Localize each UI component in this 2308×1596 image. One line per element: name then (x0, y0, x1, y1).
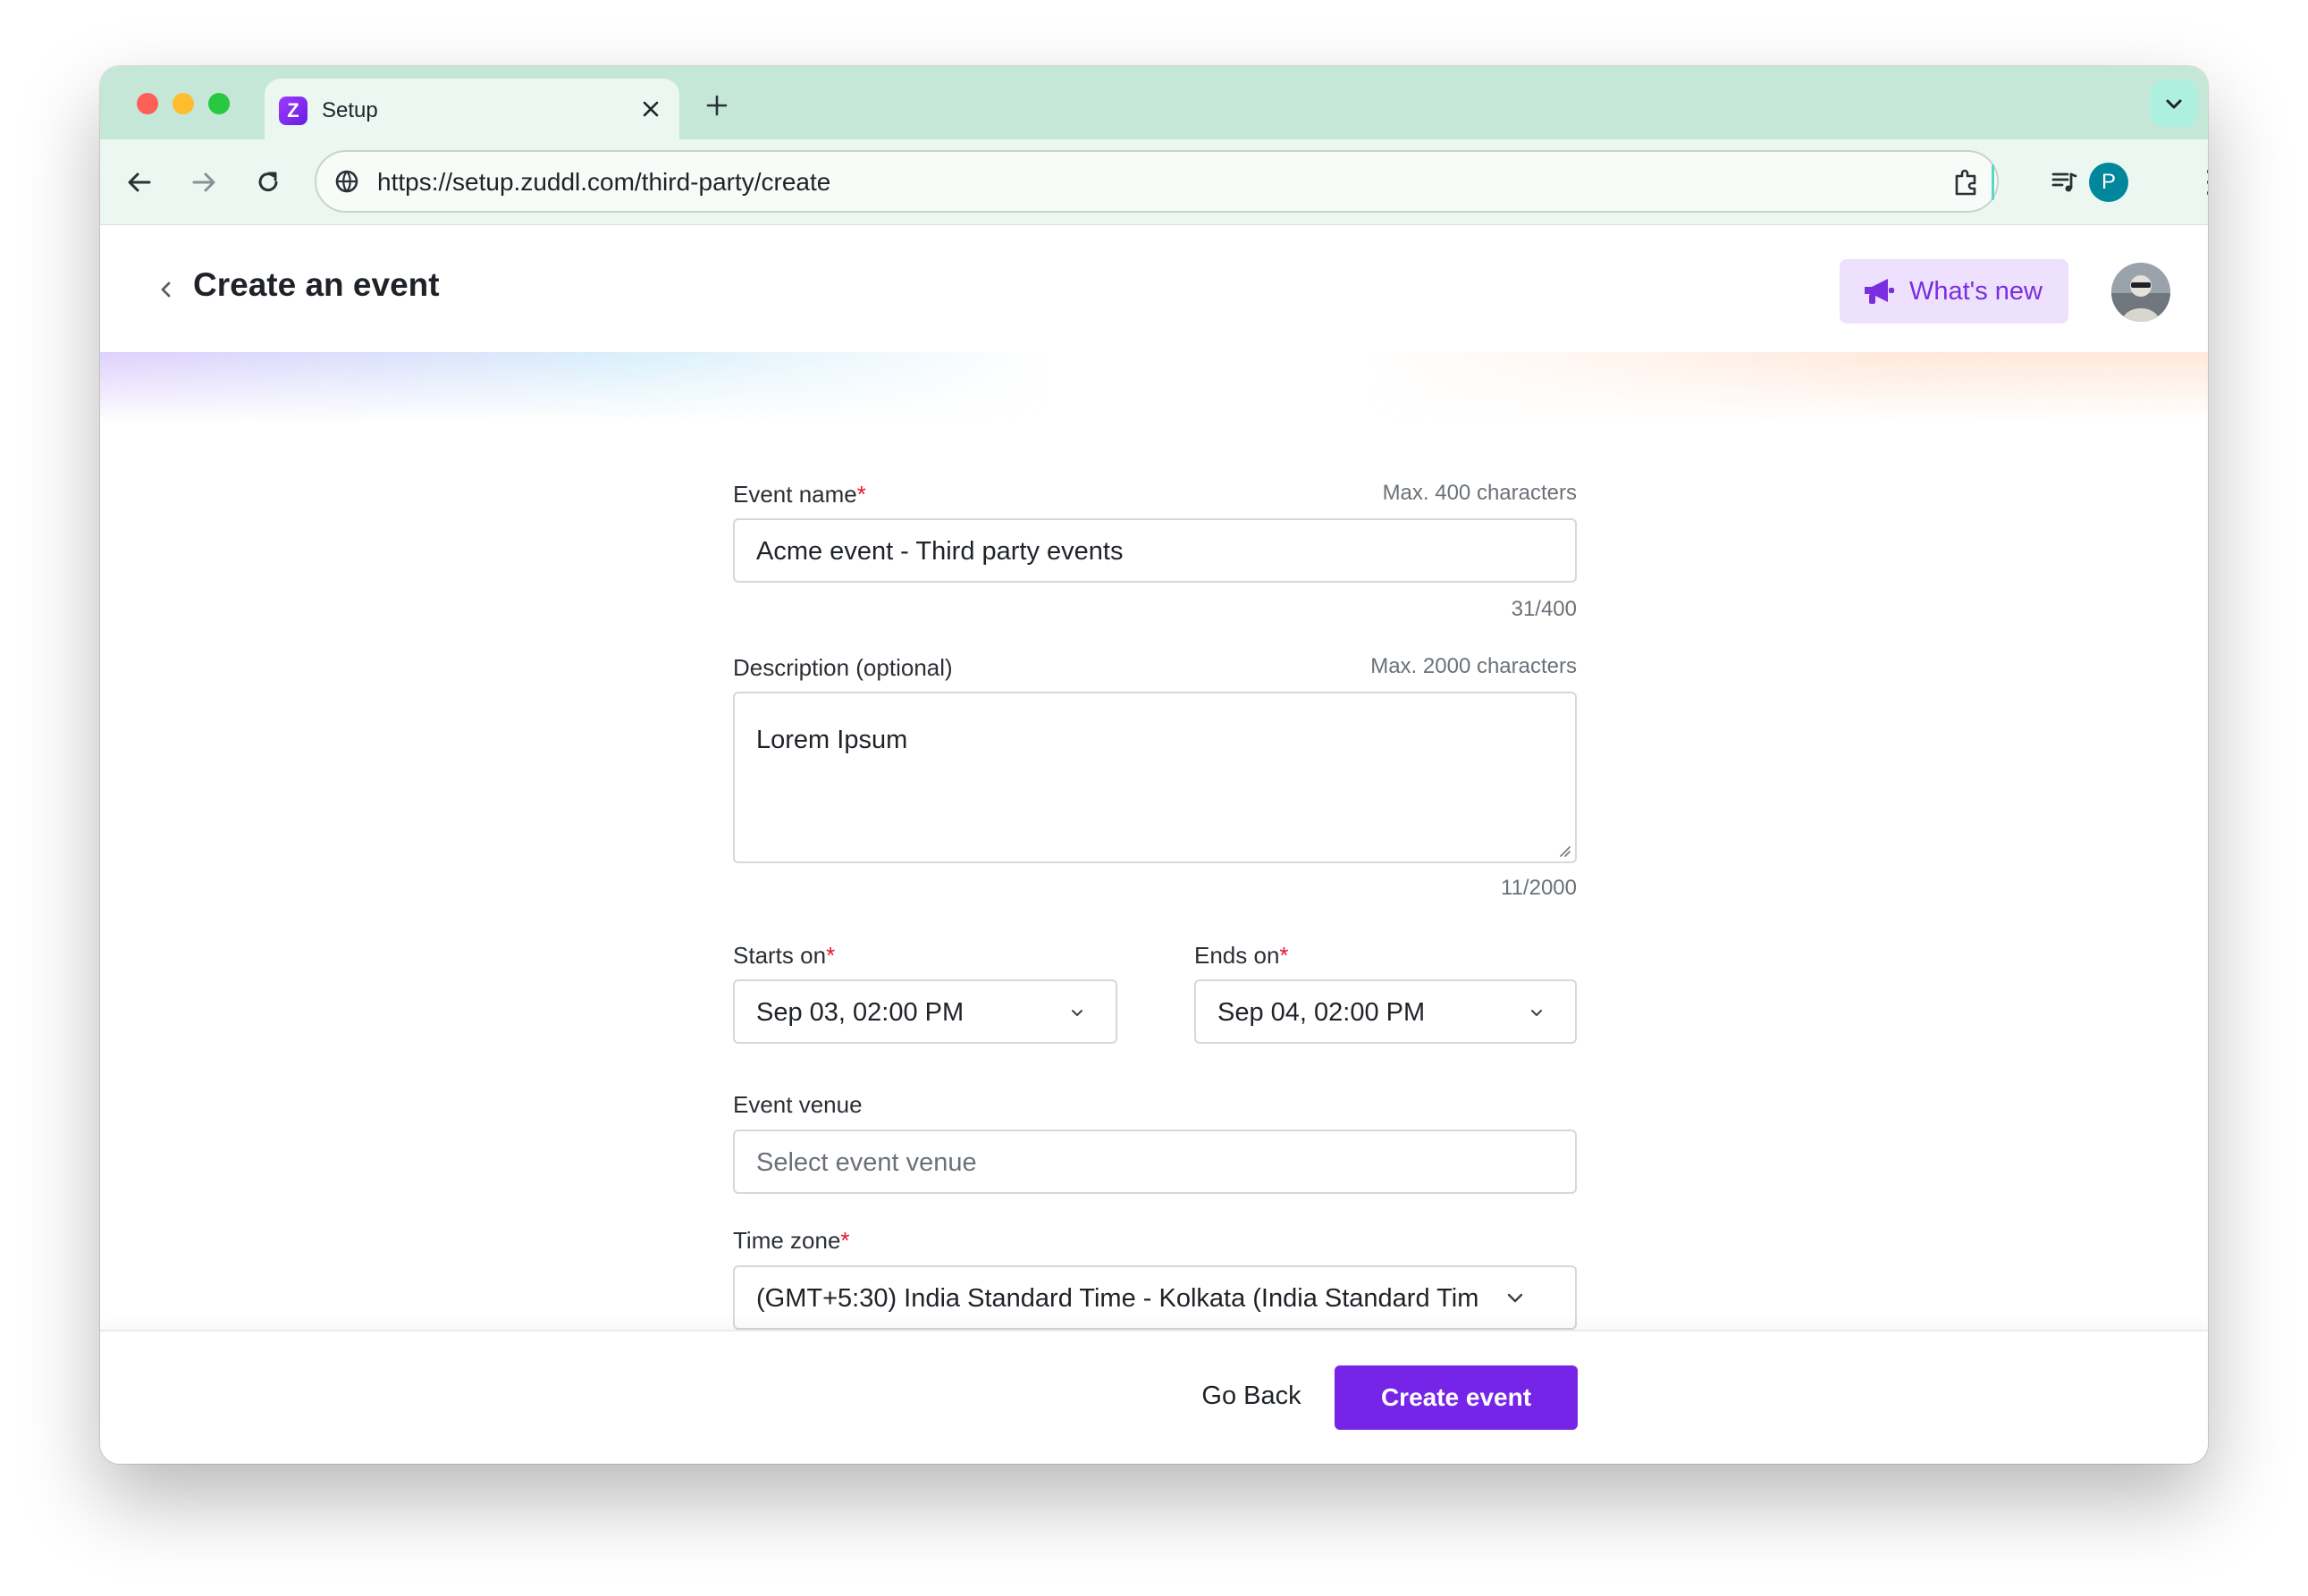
tab-search-button[interactable] (2151, 80, 2197, 127)
form-footer: Go Back Create event (100, 1330, 2208, 1464)
description-max-hint: Max. 2000 characters (1370, 654, 1577, 678)
plus-icon (706, 95, 728, 116)
close-window-button[interactable] (137, 93, 158, 114)
required-asterisk: * (826, 942, 836, 969)
forward-button[interactable] (182, 161, 225, 204)
reload-icon (258, 172, 278, 192)
profile-avatar-button[interactable]: P (2089, 163, 2128, 202)
event-name-input[interactable]: Acme event - Third party events (733, 518, 1577, 583)
description-label: Description (optional) (733, 654, 953, 681)
zuddl-favicon-icon: Z (279, 97, 307, 125)
starts-on-value: Sep 03, 02:00 PM (756, 998, 964, 1027)
event-venue-select[interactable]: Select event venue (733, 1130, 1577, 1194)
starts-on-chevron (1064, 999, 1091, 1026)
arrow-right-icon (192, 172, 215, 192)
kebab-menu-icon (2207, 169, 2208, 196)
page-title: Create an event (193, 266, 440, 303)
create-event-button[interactable]: Create event (1335, 1365, 1578, 1430)
time-zone-label: Time zone* (733, 1227, 850, 1254)
time-zone-value: (GMT+5:30) India Standard Time - Kolkata… (756, 1284, 1479, 1313)
browser-toolbar: https://setup.zuddl.com/third-party/crea… (100, 139, 2208, 225)
description-counter: 11/2000 (1501, 876, 1577, 900)
time-zone-select[interactable]: (GMT+5:30) India Standard Time - Kolkata… (733, 1265, 1577, 1330)
starts-on-picker[interactable]: Sep 03, 02:00 PM (733, 979, 1117, 1044)
browser-tab[interactable]: Z Setup (265, 79, 679, 139)
event-name-max-hint: Max. 400 characters (1382, 481, 1577, 505)
user-photo-icon (2111, 263, 2170, 322)
go-back-button[interactable]: Go Back (1189, 1364, 1314, 1428)
user-avatar[interactable] (2111, 263, 2170, 322)
tab-close-button[interactable] (635, 93, 667, 125)
whats-new-label: What's new (1909, 276, 2043, 306)
required-asterisk: * (1279, 942, 1289, 969)
tab-strip: Z Setup (100, 66, 2208, 139)
event-venue-placeholder: Select event venue (756, 1148, 977, 1177)
extensions-button[interactable] (1945, 161, 1988, 204)
megaphone-icon (1865, 279, 1894, 304)
app-header: Create an event What's new (100, 225, 2208, 356)
zoom-window-button[interactable] (208, 93, 230, 114)
description-value[interactable]: Lorem Ipsum (756, 726, 907, 755)
puzzle-icon (1955, 169, 1976, 196)
chevron-left-icon (161, 281, 171, 298)
queue-music-icon (2051, 172, 2077, 192)
toolbar-separator (1992, 164, 1994, 200)
screen: Z Setup https://setup.zuddl.com/third-pa… (0, 0, 2308, 1596)
url-text[interactable]: https://setup.zuddl.com/third-party/crea… (377, 168, 830, 197)
ends-on-label: Ends on* (1194, 942, 1289, 969)
globe-icon (335, 170, 358, 193)
close-icon (643, 101, 659, 117)
ends-on-chevron (1523, 999, 1550, 1026)
chevron-down-icon (1531, 1010, 1542, 1016)
media-control-button[interactable] (2043, 161, 2086, 204)
browser-menu-button[interactable] (2188, 161, 2208, 204)
arrow-left-icon (128, 172, 151, 192)
address-bar[interactable]: https://setup.zuddl.com/third-party/crea… (315, 150, 1999, 213)
event-name-value[interactable]: Acme event - Third party events (756, 537, 1123, 567)
ends-on-picker[interactable]: Sep 04, 02:00 PM (1194, 979, 1577, 1044)
browser-window: Z Setup https://setup.zuddl.com/third-pa… (100, 66, 2208, 1464)
event-venue-label: Event venue (733, 1091, 863, 1118)
event-name-label: Event name* (733, 481, 866, 508)
tab-title: Setup (322, 98, 378, 122)
back-button[interactable] (118, 161, 161, 204)
chevron-down-icon (2166, 99, 2182, 109)
required-asterisk: * (856, 481, 866, 508)
time-zone-chevron (1502, 1284, 1529, 1311)
event-name-counter: 31/400 (1511, 597, 1577, 621)
resize-handle-icon[interactable] (1557, 844, 1571, 858)
reload-button[interactable] (247, 161, 290, 204)
back-to-events-button[interactable] (147, 270, 186, 309)
chevron-down-icon (1507, 1293, 1523, 1303)
starts-on-label: Starts on* (733, 942, 836, 969)
header-gradient-band (100, 352, 2208, 424)
description-textarea[interactable]: Lorem Ipsum (733, 692, 1577, 863)
site-info-icon[interactable] (331, 165, 363, 197)
chevron-down-icon (1072, 1010, 1082, 1016)
required-asterisk: * (840, 1227, 850, 1254)
ends-on-value: Sep 04, 02:00 PM (1217, 998, 1426, 1027)
whats-new-button[interactable]: What's new (1840, 259, 2068, 323)
new-tab-button[interactable] (699, 88, 735, 123)
minimize-window-button[interactable] (173, 93, 194, 114)
